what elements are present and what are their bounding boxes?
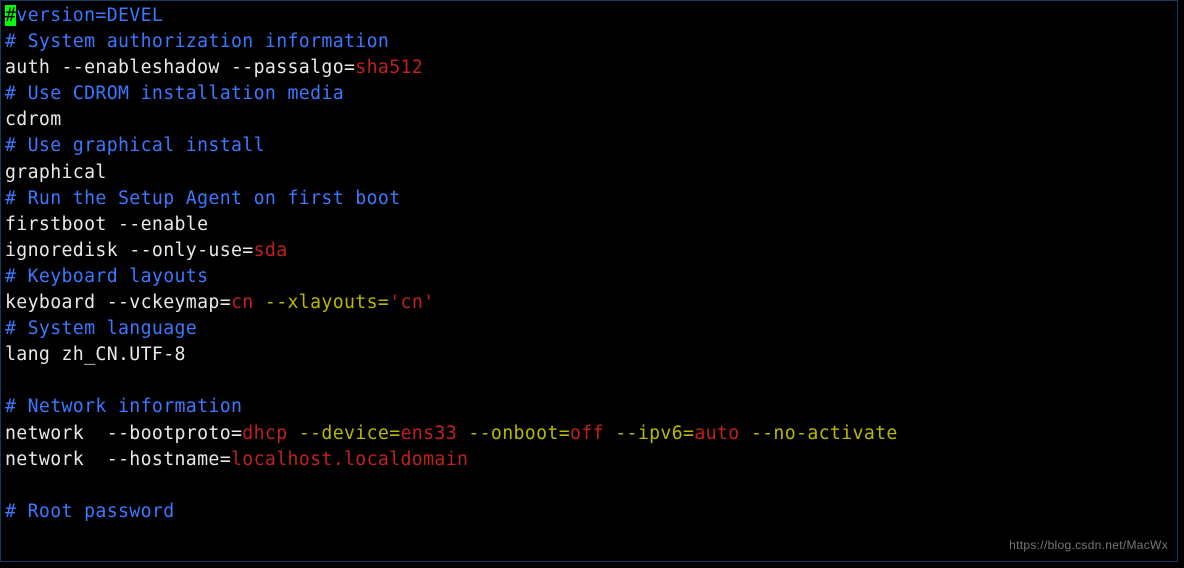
watermark-text: https://blog.csdn.net/MacWx	[1009, 532, 1168, 558]
code-content: #version=DEVEL # System authorization in…	[5, 3, 1173, 525]
terminal-editor[interactable]: #version=DEVEL # System authorization in…	[0, 0, 1178, 562]
